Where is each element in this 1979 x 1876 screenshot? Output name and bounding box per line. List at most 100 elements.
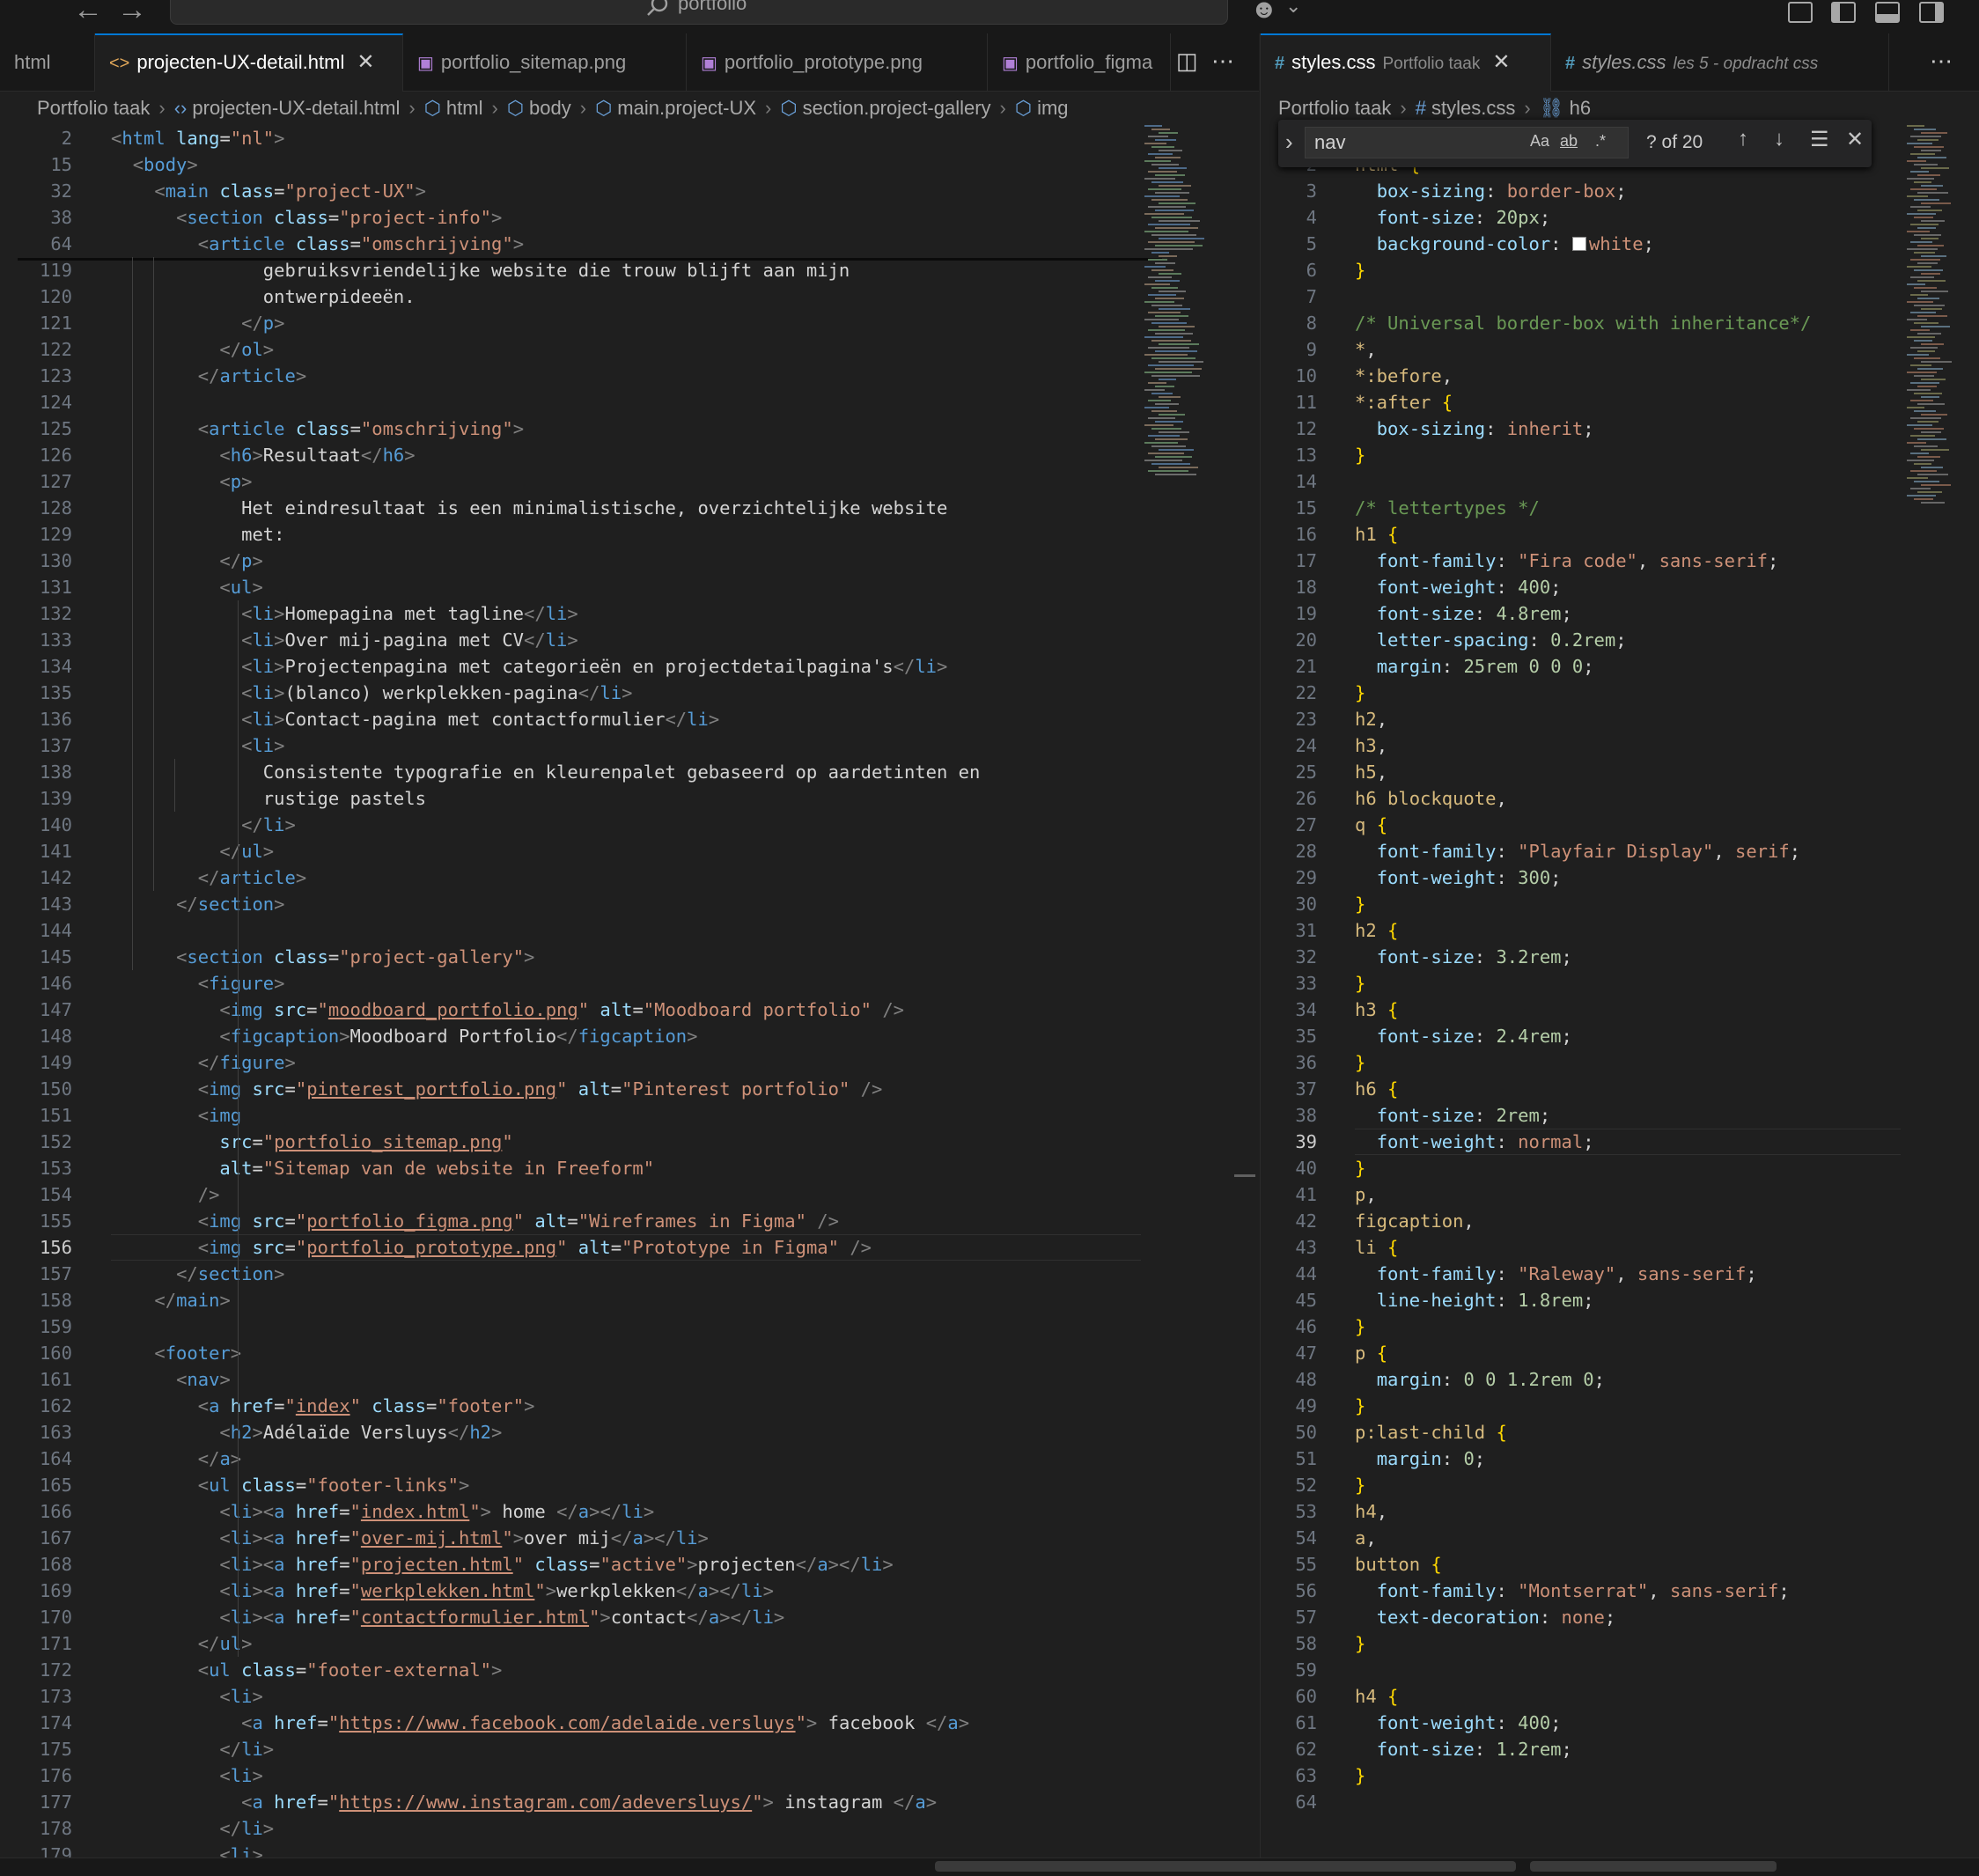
regex-icon[interactable]: .* [1595, 132, 1606, 151]
line-number: 163 [39, 1422, 72, 1443]
copilot-icon[interactable]: ☻ [1250, 0, 1278, 23]
more-actions-icon[interactable]: ⋯ [1211, 48, 1234, 75]
tab-description: les 5 - opdracht css [1673, 55, 1819, 73]
line-number: 25 [1295, 761, 1317, 783]
line-number: 15 [1295, 497, 1317, 519]
code-text: <img src="moodboard_portfolio.png" alt="… [219, 999, 905, 1020]
line-number: 7 [1306, 286, 1317, 307]
minimap-line [1144, 442, 1178, 444]
horizontal-scrollbar[interactable] [1530, 1861, 1777, 1872]
find-widget: › Aa ab .* ? of 20 ↑ ↓ ☰ ✕ [1278, 120, 1872, 167]
code-text: <h2>Adélaïde Versluys</h2> [219, 1422, 503, 1443]
previous-match-icon[interactable]: ↑ [1738, 127, 1748, 151]
tab-portfolio-prototype[interactable]: ▣ portfolio_prototype.png [687, 33, 988, 92]
close-icon[interactable]: ✕ [357, 50, 374, 74]
line-number: 28 [1295, 841, 1317, 862]
horizontal-scrollbar[interactable] [935, 1861, 1516, 1872]
minimap-line [1148, 452, 1184, 454]
breadcrumb-item[interactable]: styles.css [1431, 97, 1515, 119]
minimap-line [1910, 470, 1937, 472]
css-editor-group: # styles.css Portfolio taak ✕ # styles.css le… [1260, 33, 1979, 1866]
minimap-line [1144, 460, 1182, 461]
toggle-secondary-sidebar-icon[interactable] [1919, 2, 1944, 23]
customize-layout-icon[interactable] [1788, 2, 1813, 23]
minimap-line [1921, 291, 1948, 292]
code-text: } [1355, 894, 1366, 915]
minimap-line [1914, 305, 1945, 306]
close-icon[interactable]: ✕ [1846, 127, 1864, 152]
minimap[interactable] [1144, 125, 1232, 495]
minimap-line [1914, 357, 1940, 359]
minimap-line [1921, 361, 1952, 363]
minimap-line [1151, 340, 1191, 342]
tab-projecten-ux-detail[interactable]: <> projecten-UX-detail.html ✕ [95, 33, 403, 92]
toggle-replace-icon[interactable]: › [1285, 129, 1293, 156]
minimap-line [1148, 188, 1181, 190]
minimap-line [1907, 160, 1926, 162]
minimap-line [1907, 336, 1935, 338]
breadcrumb-item[interactable]: Portfolio taak [37, 97, 150, 119]
breadcrumb-item[interactable]: projecten-UX-detail.html [192, 97, 400, 119]
css-code-editor[interactable]: 1/* html*/2html {3 box-sizing: border-bo… [1261, 125, 1979, 1866]
code-text: h4 { [1355, 1686, 1399, 1707]
tab-styles-css-portfolio[interactable]: # styles.css Portfolio taak ✕ [1261, 33, 1551, 92]
breadcrumb-item[interactable]: h6 [1570, 97, 1591, 119]
line-number: 31 [1295, 920, 1317, 941]
minimap-line [1155, 421, 1183, 423]
tab-html-partial[interactable]: html [0, 33, 95, 92]
more-actions-icon[interactable]: ⋯ [1930, 48, 1953, 75]
minimap-line [1921, 202, 1951, 204]
minimap-line [1155, 333, 1193, 335]
close-icon[interactable]: ✕ [1492, 50, 1510, 74]
match-whole-word-icon[interactable]: ab [1560, 132, 1578, 151]
minimap-line [1159, 150, 1182, 151]
code-text: h5, [1355, 761, 1388, 783]
line-number: 45 [1295, 1290, 1317, 1311]
code-text: *:before, [1355, 365, 1453, 386]
breadcrumb-item[interactable]: img [1037, 97, 1068, 119]
code-text: } [1355, 1395, 1366, 1416]
code-text: font-weight: 400; [1376, 1712, 1562, 1733]
code-text: </ol> [219, 339, 275, 360]
breadcrumb-item[interactable]: body [529, 97, 571, 119]
breadcrumb-item[interactable]: main.project-UX [617, 97, 756, 119]
line-number: 27 [1295, 814, 1317, 835]
breadcrumb-item[interactable]: html [446, 97, 483, 119]
minimap-line [1155, 210, 1194, 211]
minimap-line [1914, 199, 1939, 201]
forward-arrow-icon[interactable]: → [114, 0, 150, 26]
minimap-line [1151, 375, 1200, 377]
split-editor-icon[interactable]: ◫ [1176, 48, 1198, 75]
find-in-selection-icon[interactable]: ☰ [1810, 127, 1829, 152]
breadcrumb-item[interactable]: Portfolio taak [1278, 97, 1391, 119]
find-input[interactable] [1305, 127, 1629, 158]
tab-label: portfolio_prototype.png [724, 51, 923, 73]
tab-portfolio-figma[interactable]: ▣ portfolio_figma [988, 33, 1171, 92]
minimap-line [1144, 248, 1193, 250]
find-match-count: ? of 20 [1646, 132, 1703, 152]
html-code-editor[interactable]: 2 <html lang="nl"> 15 <body> 32 <main class… [0, 125, 1259, 1866]
minimap-line [1907, 178, 1934, 180]
minimap[interactable] [1907, 125, 1960, 583]
minimap-line [1910, 347, 1938, 349]
match-case-icon[interactable]: Aa [1530, 132, 1549, 151]
image-file-icon: ▣ [1002, 54, 1019, 73]
back-arrow-icon[interactable]: ← [70, 0, 106, 26]
minimap-line [1144, 143, 1166, 144]
next-match-icon[interactable]: ↓ [1774, 127, 1784, 151]
chevron-down-icon[interactable]: ⌄ [1285, 0, 1301, 18]
code-text: <li><a href="index.html"> home </a></li> [219, 1501, 655, 1522]
line-number: 159 [39, 1316, 72, 1337]
tab-styles-css-les5[interactable]: # styles.css les 5 - opdracht css [1551, 33, 1889, 92]
breadcrumb: Portfolio taak › ‹› projecten-UX-detail.htm… [0, 92, 1259, 125]
tab-portfolio-sitemap[interactable]: ▣ portfolio_sitemap.png [403, 33, 687, 92]
toggle-primary-sidebar-icon[interactable] [1831, 2, 1856, 23]
minimap-line [1159, 431, 1189, 433]
minimap-line [1910, 417, 1941, 419]
code-text: ontwerpideeën. [111, 286, 416, 307]
minimap-line [1917, 227, 1936, 229]
toggle-panel-icon[interactable] [1875, 2, 1900, 23]
command-center-search[interactable]: portfolio [170, 0, 1228, 25]
breadcrumb-item[interactable]: section.project-gallery [803, 97, 991, 119]
line-number: 15 [50, 154, 72, 175]
